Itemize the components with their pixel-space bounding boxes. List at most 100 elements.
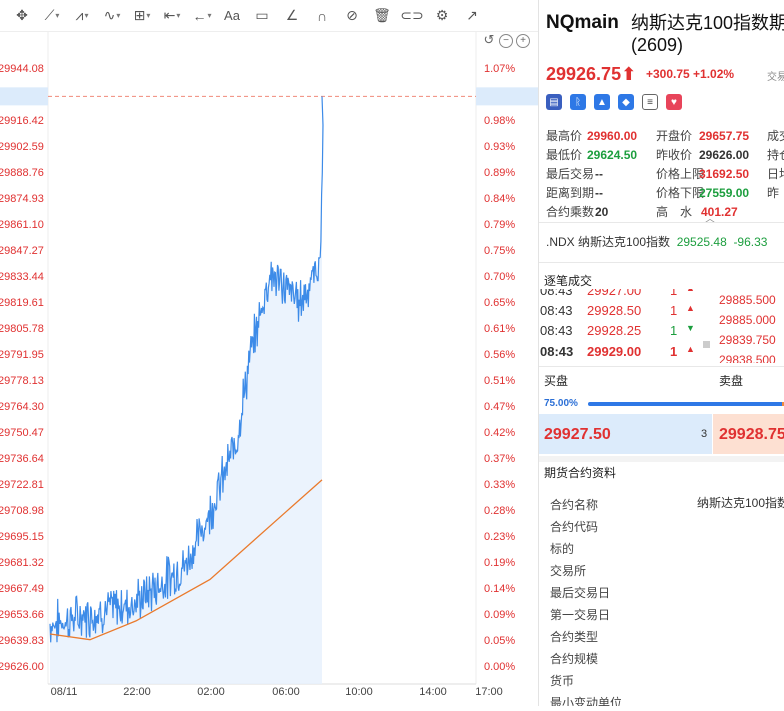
wave-icon[interactable]: ∿ ▾ <box>98 3 126 29</box>
y-tick-label: 29667.49 <box>0 583 44 595</box>
pct-tick-label: 0.65% <box>484 297 515 309</box>
text-tool-icon[interactable]: Aa <box>218 3 246 29</box>
y-tick-label: 29874.93 <box>0 193 44 205</box>
ruler-icon[interactable]: ∠ <box>278 3 306 29</box>
y-tick-label: 29944.08 <box>0 63 44 75</box>
x-tick-label: 17:00 <box>475 686 503 698</box>
contract-info-label: 最后交易日 <box>550 586 611 600</box>
stat-label: 合约乘数 <box>546 205 595 219</box>
current-pct-tag <box>476 87 538 106</box>
settings-icon[interactable]: ⚙ <box>428 3 456 29</box>
bid-size: 3 <box>701 428 708 440</box>
y-tick-label: 29736.64 <box>0 453 44 465</box>
trade-time: 08:43 <box>540 344 574 359</box>
stat-value: 29960.00 <box>587 129 638 143</box>
divider <box>539 366 784 367</box>
y-tick-label: 29902.59 <box>0 141 44 153</box>
trade-qty: 1 <box>670 344 678 359</box>
trade-ticker[interactable]: 08:43 29927.00 1 ▲ 08:43 29928.50 1 ▲ 08:43 29928… <box>539 289 784 363</box>
notes-icon[interactable]: ≡ <box>642 94 658 110</box>
pct-tick-label: 0.09% <box>484 609 515 621</box>
bid-price: 29927.50 <box>544 426 611 443</box>
pct-tick-label: 0.33% <box>484 479 515 491</box>
magnet-icon[interactable]: ∩ <box>308 3 336 29</box>
crosshair-icon[interactable]: ✥ <box>8 3 36 29</box>
fibonacci-icon[interactable]: ⊞ ▾ <box>128 3 156 29</box>
stat-label: 日均 <box>767 167 784 181</box>
pct-tick-label: 0.00% <box>484 661 515 673</box>
x-tick-label: 14:00 <box>419 686 447 698</box>
link-icon[interactable]: ⊂⊃ <box>398 3 426 29</box>
stat-label: 价格下限 <box>656 186 705 200</box>
stat-value: 29624.50 <box>587 148 638 162</box>
index-value: 29525.48 <box>676 235 727 249</box>
up-triangle-icon: ▲ <box>686 289 695 293</box>
hide-icon[interactable]: ⊘ <box>338 3 366 29</box>
y-tick-label: 29639.83 <box>0 635 44 647</box>
y-tick-label: 29861.10 <box>0 219 44 231</box>
symbol: NQmain <box>546 12 619 33</box>
trade-time: 08:43 <box>540 289 573 298</box>
instrument-name-line1: 纳斯达克100指数期 <box>631 13 784 33</box>
stat-label: 成交 <box>767 129 784 143</box>
pct-tick-label: 0.19% <box>484 557 515 569</box>
range-icon[interactable]: ⇤ ▾ <box>158 3 186 29</box>
reset-icon[interactable]: ↺ <box>482 33 496 48</box>
chart-alert-icon[interactable]: ▲ <box>594 94 610 110</box>
contract-info-label: 合约代码 <box>550 520 599 534</box>
y-tick-label: 29916.42 <box>0 115 44 127</box>
stat-value: 31692.50 <box>699 167 750 181</box>
bid-box[interactable]: 29927.50 <box>539 414 712 454</box>
run-icon[interactable]: ᚱ <box>570 94 586 110</box>
y-tick-label: 29695.15 <box>0 531 44 543</box>
pct-tick-label: 0.89% <box>484 167 515 179</box>
zoom-out-icon[interactable]: − <box>499 34 513 48</box>
x-tick-label: 08/11 <box>51 686 78 698</box>
scroll-marker <box>703 341 710 348</box>
intraday-chart[interactable]: ↺ − + 29944.081.07%29929.001.02%29916.42… <box>0 32 538 706</box>
y-tick-label: 29653.66 <box>0 609 44 621</box>
y-tick-label: 29888.76 <box>0 167 44 179</box>
contract-info-labels: 合约名称 合约代码 标的 交易所 最后交易日 第一交易日 合约类型 合约规模 货币 最小变动单位 <box>550 494 622 706</box>
x-tick-label: 10:00 <box>345 686 373 698</box>
chart-canvas[interactable]: 29944.081.07%29929.001.02%29916.420.98%2… <box>0 32 538 706</box>
y-tick-label: 29708.98 <box>0 505 44 517</box>
y-tick-label: 29722.81 <box>0 479 44 491</box>
stat-value: -- <box>595 167 603 181</box>
x-tick-label: 02:00 <box>197 686 225 698</box>
ask-level: 29885.500 <box>719 293 776 307</box>
favorite-heart-icon[interactable]: ♥ <box>666 94 682 110</box>
contract-info-label: 最小变动单位 <box>550 696 623 706</box>
trash-icon[interactable]: 🗑 <box>368 3 396 29</box>
trend-line-icon[interactable]: ⟋ ▾ <box>38 3 66 29</box>
y-tick-label: 29750.47 <box>0 427 44 439</box>
pct-tick-label: 1.07% <box>484 63 515 75</box>
divider <box>539 456 784 462</box>
y-tick-label: 29847.27 <box>0 245 44 257</box>
ask-label: 卖盘 <box>719 374 744 388</box>
trade-qty: 1 <box>670 303 678 318</box>
trades-title: 逐笔成交 <box>544 274 593 288</box>
contract-info-label: 货币 <box>550 674 575 688</box>
pct-tick-label: 0.75% <box>484 245 515 257</box>
stat-label: 昨 <box>767 186 780 200</box>
instrument-name-line2: (2609) <box>631 35 684 55</box>
zoom-in-icon[interactable]: + <box>516 34 530 48</box>
y-tick-label: 29778.13 <box>0 375 44 387</box>
contract-name-value: 纳斯达克100指数 <box>697 496 784 510</box>
trade-price: 29929.00 <box>587 344 642 359</box>
arrow-icon[interactable]: ← ▾ <box>188 3 216 29</box>
trade-qty: 1 <box>670 289 678 298</box>
tag-icon[interactable]: ◆ <box>618 94 634 110</box>
ask-box[interactable]: 29928.75 <box>713 414 784 454</box>
x-tick-label: 22:00 <box>123 686 151 698</box>
index-quote[interactable]: .NDX 纳斯达克100指数 29525.48 -96.33 <box>546 233 767 250</box>
pct-tick-label: 0.42% <box>484 427 515 439</box>
share-icon[interactable]: ↗ <box>458 3 486 29</box>
stat-label: 距离到期 <box>546 186 595 200</box>
polyline-icon[interactable]: ⩘ ▾ <box>68 3 96 29</box>
pct-tick-label: 0.70% <box>484 271 515 283</box>
contract-info-label: 交易所 <box>550 564 587 578</box>
comment-icon[interactable]: ▭ <box>248 3 276 29</box>
contract-info-title: 期货合约资料 <box>544 466 617 480</box>
